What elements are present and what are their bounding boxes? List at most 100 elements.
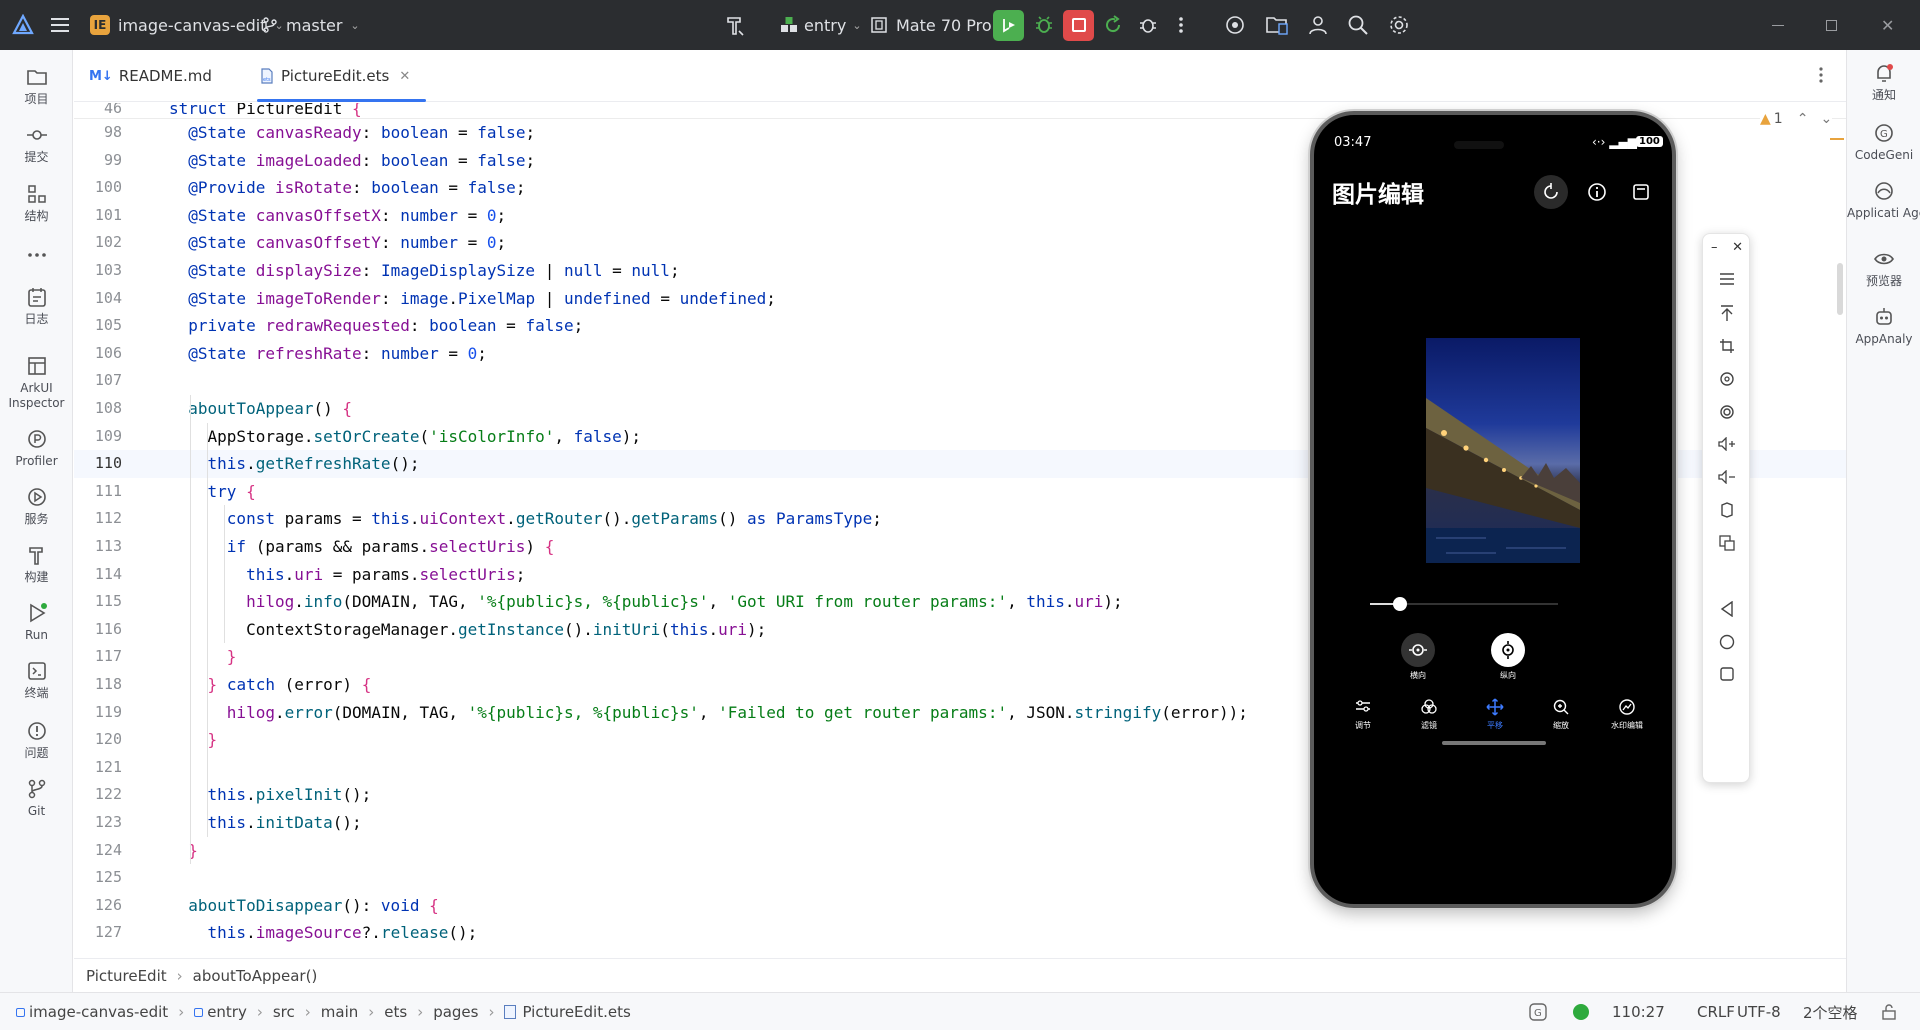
- breadcrumb-method[interactable]: aboutToAppear(): [193, 967, 318, 985]
- slider-knob[interactable]: [1393, 597, 1408, 611]
- hammer-build-icon[interactable]: [724, 0, 748, 50]
- minimize-window-icon[interactable]: [1772, 0, 1784, 50]
- volume-down-icon[interactable]: [1703, 470, 1751, 484]
- line-number[interactable]: 113: [74, 533, 122, 561]
- info-button[interactable]: [1580, 175, 1614, 209]
- run-config-selector[interactable]: entry ⌄: [780, 0, 862, 50]
- inspection-widget[interactable]: ▲ 1 ⌃ ⌄: [1760, 103, 1833, 135]
- project-selector[interactable]: IE image-canvas-edit ⌄: [90, 0, 284, 50]
- adjust-slider[interactable]: [1370, 596, 1558, 612]
- crop-icon[interactable]: [1703, 338, 1751, 354]
- path-segment[interactable]: PictureEdit.ets: [522, 1003, 630, 1021]
- sidebar-item-构建[interactable]: 构建: [0, 544, 73, 585]
- line-number[interactable]: 119: [74, 699, 122, 727]
- tool-window-agent[interactable]: Applicati Agent: [1847, 180, 1920, 221]
- edit-tab-sliders[interactable]: 调节: [1332, 698, 1394, 731]
- reset-button[interactable]: [1534, 175, 1568, 209]
- warning-stripe-marker[interactable]: [1830, 138, 1844, 140]
- line-number[interactable]: 109: [74, 423, 122, 451]
- edit-tab-filter[interactable]: 滤镜: [1398, 698, 1460, 731]
- main-menu-icon[interactable]: [50, 0, 70, 50]
- code-line[interactable]: 127 this.imageSource?.release();: [74, 919, 1846, 947]
- sidebar-item-run[interactable]: Run: [0, 602, 73, 643]
- home-nav-icon[interactable]: [1703, 634, 1751, 650]
- home-indicator[interactable]: [1442, 741, 1546, 745]
- indent-setting[interactable]: 2个空格: [1803, 993, 1858, 1031]
- line-number[interactable]: 114: [74, 561, 122, 589]
- line-number[interactable]: 126: [74, 892, 122, 920]
- line-number[interactable]: 99: [74, 147, 122, 175]
- sidebar-item-项目[interactable]: 项目: [0, 66, 73, 107]
- path-segment[interactable]: src: [273, 1003, 295, 1021]
- path-segment[interactable]: main: [321, 1003, 358, 1021]
- line-number[interactable]: 103: [74, 257, 122, 285]
- line-number[interactable]: 124: [74, 837, 122, 865]
- apply-changes-icon[interactable]: [1103, 0, 1123, 50]
- previous-highlight-icon[interactable]: ⌃: [1797, 111, 1809, 127]
- connected-status-icon[interactable]: [1573, 993, 1589, 1031]
- line-number[interactable]: 104: [74, 285, 122, 313]
- device-selector[interactable]: Mate 70 Pro ⌄: [870, 0, 1009, 50]
- line-number[interactable]: 120: [74, 726, 122, 754]
- collapse-panel-icon[interactable]: –: [1711, 240, 1718, 255]
- lock-icon[interactable]: [1880, 993, 1898, 1031]
- more-actions-icon[interactable]: [1178, 0, 1184, 50]
- account-icon[interactable]: [1307, 0, 1329, 50]
- sidebar-item-结构[interactable]: 结构: [0, 183, 73, 224]
- sidebar-item-arkui-inspector[interactable]: ArkUI Inspector: [0, 355, 73, 411]
- multi-screen-icon[interactable]: [1703, 535, 1751, 551]
- sidebar-item-提交[interactable]: 提交: [0, 124, 73, 165]
- sidebar-item-问题[interactable]: 问题: [0, 720, 73, 761]
- volume-up-icon[interactable]: [1703, 437, 1751, 451]
- close-window-icon[interactable]: ✕: [1881, 0, 1894, 50]
- tool-window-eye[interactable]: 预览器: [1847, 248, 1920, 289]
- settings-gear-icon[interactable]: [1388, 0, 1410, 50]
- app-logo-icon[interactable]: [12, 0, 34, 50]
- close-tab-icon[interactable]: ✕: [399, 69, 410, 84]
- line-number[interactable]: 112: [74, 505, 122, 533]
- line-number[interactable]: 116: [74, 616, 122, 644]
- line-ending[interactable]: CRLF: [1697, 993, 1735, 1031]
- editor-scrollbar[interactable]: [1837, 263, 1843, 315]
- pin-top-icon[interactable]: [1703, 304, 1751, 322]
- sidebar-item-git[interactable]: Git: [0, 778, 73, 819]
- line-number[interactable]: 102: [74, 229, 122, 257]
- sidebar-item-more[interactable]: [0, 244, 73, 266]
- target-icon[interactable]: [1224, 0, 1246, 50]
- line-number[interactable]: 105: [74, 312, 122, 340]
- sidebar-item-profiler[interactable]: Profiler: [0, 428, 73, 469]
- rotate-icon[interactable]: [1703, 371, 1751, 387]
- branch-selector[interactable]: master ⌄: [262, 0, 360, 50]
- edit-tab-zoom[interactable]: 缩放: [1530, 698, 1592, 731]
- device-file-browser-icon[interactable]: [1265, 0, 1289, 50]
- attach-debugger-icon[interactable]: [1138, 0, 1158, 50]
- device-preview[interactable]: 03:47 ‹·› ▂▄▆ 100 图片编辑 横向 纵向 调节 滤镜 平移 缩放…: [1310, 111, 1676, 908]
- menu-icon[interactable]: [1703, 272, 1751, 286]
- line-number[interactable]: 98: [74, 119, 122, 147]
- back-nav-icon[interactable]: [1703, 601, 1751, 617]
- tab-readme[interactable]: M↓ README.md: [89, 50, 212, 102]
- caret-position[interactable]: 110:27: [1612, 993, 1665, 1031]
- maximize-window-icon[interactable]: [1826, 0, 1837, 50]
- line-number[interactable]: 117: [74, 643, 122, 671]
- line-number[interactable]: 123: [74, 809, 122, 837]
- tab-options-icon[interactable]: [1818, 66, 1824, 88]
- fold-icon[interactable]: [1703, 502, 1751, 518]
- tool-window-robot[interactable]: AppAnaly: [1847, 306, 1920, 347]
- breadcrumb-struct[interactable]: PictureEdit: [86, 967, 167, 985]
- tool-window-codegenie[interactable]: G CodeGeni: [1847, 122, 1920, 163]
- debug-icon[interactable]: [1034, 0, 1054, 50]
- path-segment[interactable]: pages: [433, 1003, 478, 1021]
- line-number[interactable]: 118: [74, 671, 122, 699]
- recents-nav-icon[interactable]: [1703, 667, 1751, 681]
- line-number[interactable]: 127: [74, 919, 122, 947]
- run-button[interactable]: [993, 0, 1024, 50]
- mode-horizontal[interactable]: 横向: [1398, 633, 1438, 681]
- stop-button[interactable]: [1063, 0, 1094, 50]
- sidebar-item-终端[interactable]: 终端: [0, 660, 73, 701]
- edited-photo[interactable]: [1426, 338, 1580, 563]
- edit-tab-move[interactable]: 平移: [1464, 698, 1526, 731]
- path-segment[interactable]: image-canvas-edit: [29, 1003, 168, 1021]
- line-number[interactable]: 100: [74, 174, 122, 202]
- path-segment[interactable]: entry: [207, 1003, 247, 1021]
